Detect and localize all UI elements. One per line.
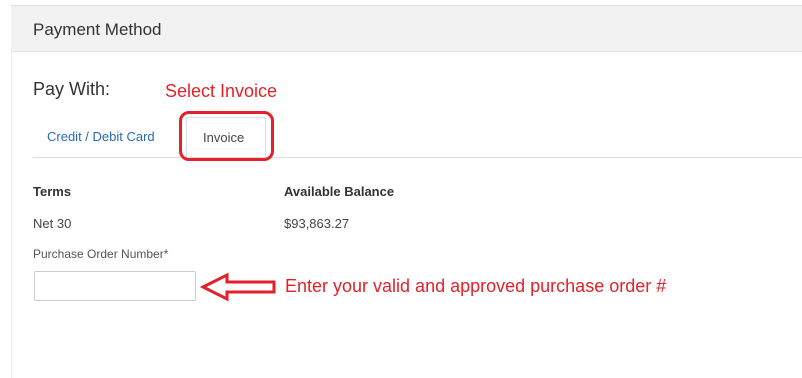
annotation-select-invoice: Select Invoice xyxy=(165,81,278,101)
pay-with-label: Pay With: xyxy=(33,79,111,99)
tab-bar-divider xyxy=(33,157,802,158)
purchase-order-input[interactable] xyxy=(34,271,196,301)
annotation-highlight-ring xyxy=(179,111,274,161)
purchase-order-label: Purchase Order Number* xyxy=(33,247,169,261)
panel-left-border xyxy=(11,52,12,378)
annotation-enter-po: Enter your valid and approved purchase o… xyxy=(285,276,667,296)
panel-title: Payment Method xyxy=(33,20,162,39)
terms-header: Terms xyxy=(33,184,72,199)
panel-header: Payment Method xyxy=(11,5,802,52)
tab-credit-debit-card[interactable]: Credit / Debit Card xyxy=(47,129,155,144)
available-balance-value: $93,863.27 xyxy=(284,216,350,231)
available-balance-header: Available Balance xyxy=(284,184,395,199)
terms-value: Net 30 xyxy=(33,216,72,231)
left-arrow-outline-icon xyxy=(200,272,276,302)
